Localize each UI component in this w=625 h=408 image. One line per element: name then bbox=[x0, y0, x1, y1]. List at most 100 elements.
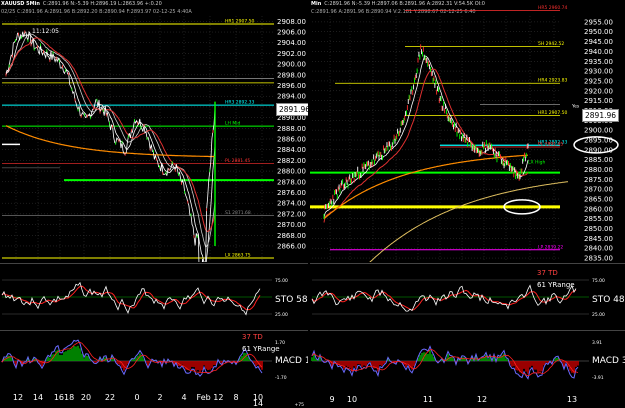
x-tick-label: 9 bbox=[329, 395, 334, 404]
y-tick-label: 2876.00 bbox=[277, 189, 306, 197]
y-tick-label: 2874.00 bbox=[277, 200, 306, 208]
y-tick-label: 2880.00 bbox=[584, 166, 613, 174]
y-tick-label: 2872.00 bbox=[277, 210, 306, 218]
y-tick-label: 2904.00 bbox=[277, 39, 306, 47]
y-tick-label: 2885.00 bbox=[584, 156, 613, 164]
cyan-level-label: HR3 2892.33 bbox=[225, 100, 255, 106]
right-sto-chart: 75.00 25.00 STO 48 37 TD 61 YRange bbox=[311, 269, 625, 318]
macd-label: MACD 12 bbox=[275, 356, 308, 366]
y-tick-label: 2850.00 bbox=[584, 225, 613, 233]
sto-tick-25: 25.00 bbox=[592, 312, 605, 318]
lp-level-label: LP 2839.22 bbox=[538, 244, 563, 250]
hr-level-2-label: HR4 2923.83 bbox=[538, 78, 568, 84]
sto-label: STO 58 bbox=[275, 295, 308, 305]
macd-tick-top: 3.91 bbox=[592, 340, 602, 346]
lx-high-label: LX High bbox=[528, 160, 546, 166]
macd-line bbox=[1, 339, 263, 377]
y-tick-label: 2835.00 bbox=[584, 255, 613, 262]
y-tick-label: 2875.00 bbox=[584, 176, 613, 184]
y-tick-label: 2884.00 bbox=[277, 146, 306, 154]
top-level-label: HR1 2907.50 bbox=[225, 19, 255, 25]
macd-tick-bottom: -1.70 bbox=[275, 375, 287, 381]
y-tick-label: 2886.00 bbox=[277, 136, 306, 144]
y-tick-label: 2882.00 bbox=[277, 157, 306, 165]
ma-orange bbox=[5, 125, 215, 158]
sto-label: STO 48 bbox=[592, 295, 625, 305]
x-tick-label: 10 bbox=[347, 395, 357, 404]
right-x-axis: 9 10 11 12 13 bbox=[329, 395, 577, 404]
macd-tick-bottom: -3.91 bbox=[592, 375, 604, 381]
right-macd-panel: 3.91 -3.91 MACD 3 bbox=[310, 330, 625, 391]
ma-mid bbox=[5, 33, 216, 248]
y-tick-label: 2950.00 bbox=[584, 28, 613, 36]
y-tick-label: 2940.00 bbox=[584, 48, 613, 56]
left-sto-chart: 75.00 25.00 STO 58 bbox=[1, 278, 308, 318]
hr5-level-label: HR5 2960.74 bbox=[538, 5, 568, 11]
right-price-panel: Min C:2891.96 N:-5.39 H:2897.06 B:2891.96… bbox=[310, 0, 625, 262]
y-tick-label: 2888.00 bbox=[277, 125, 306, 133]
y-tick-label: 2840.00 bbox=[584, 245, 613, 253]
macd-label: MACD 3 bbox=[592, 356, 625, 366]
hr-level-3-label: HR1 2907.50 bbox=[538, 110, 568, 116]
left-macd-panel: 1.70-1.70MACD 1237 TD61 YRange bbox=[0, 330, 308, 391]
yes-label: Yes bbox=[571, 104, 580, 110]
sto-tick-75: 75.00 bbox=[275, 278, 288, 284]
sto-tick-75: 75.00 bbox=[592, 278, 605, 284]
x-tick-label: 14 bbox=[253, 399, 263, 408]
hr-level-1-label: 5H 2942.52 bbox=[538, 41, 564, 47]
right-sto-panel: 75.00 25.00 STO 48 37 TD 61 YRange bbox=[310, 263, 625, 330]
sto-tick-25: 25.00 bbox=[275, 312, 288, 318]
y-tick-label: 2900.00 bbox=[277, 61, 306, 69]
x-tick-label: 0 bbox=[134, 393, 139, 402]
lx-level-label: LX 2863.75 bbox=[225, 252, 251, 258]
y-tick-label: 2860.00 bbox=[584, 205, 613, 213]
left-x-axis: 12 14 1618 20 22 0 2 4 Feb 12 8 10+7514 bbox=[13, 393, 304, 408]
y-tick-label: 2880.00 bbox=[277, 168, 306, 176]
y-tick-label: 2870.00 bbox=[584, 186, 613, 194]
yrange-annotation: 61 YRange bbox=[242, 345, 280, 353]
td-annotation: 37 TD bbox=[242, 333, 263, 341]
ma-fast bbox=[5, 34, 216, 262]
y-tick-label: 2906.00 bbox=[277, 29, 306, 37]
y-tick-label: 2865.00 bbox=[584, 196, 613, 204]
x-tick-label: 20 bbox=[81, 393, 91, 402]
y-tick-label: 2878.00 bbox=[277, 178, 306, 186]
x-tick-label: 8 bbox=[233, 393, 238, 402]
x-tick-label: 1618 bbox=[54, 393, 74, 402]
sto-fast-line bbox=[1, 281, 261, 316]
y-tick-label: 2866.00 bbox=[277, 242, 306, 250]
lh-level-label: LH Mid bbox=[225, 121, 240, 127]
x-tick-label: 22 bbox=[105, 393, 115, 402]
y-tick-label: 2930.00 bbox=[584, 68, 613, 76]
right-price-chart: 2955.00 2950.00 2945.00 2940.00 2935.00 2930.… bbox=[310, 5, 619, 262]
y-tick-label: 2920.00 bbox=[584, 87, 613, 95]
x-tick-label: 14 bbox=[33, 393, 43, 402]
price-line bbox=[5, 30, 216, 262]
y-tick-label: 2955.00 bbox=[584, 18, 613, 26]
ma-red bbox=[5, 37, 216, 233]
y-tick-label: 2894.00 bbox=[277, 93, 306, 101]
y-tick-label: 2845.00 bbox=[584, 235, 613, 243]
y-tick-label: 2900.00 bbox=[584, 127, 613, 135]
x-tick-label: 2 bbox=[157, 393, 162, 402]
sto-slow-line bbox=[311, 289, 577, 311]
y-tick-label: 2868.00 bbox=[277, 232, 306, 240]
x-tick-label: 12 bbox=[477, 395, 487, 404]
left-price-panel: XAUUSD 5Min C:2891.96 N:-5.39 H:2896.19 L… bbox=[0, 0, 308, 262]
y-tick-label: 2935.00 bbox=[584, 58, 613, 66]
left-current-price-label: 2891.96 bbox=[276, 103, 308, 116]
x-tick-label: 4 bbox=[181, 393, 186, 402]
right-current-price-label: 2891.96 bbox=[582, 109, 620, 122]
macd-signal-line bbox=[1, 341, 263, 374]
x-tick-label: 13 bbox=[567, 395, 577, 404]
left-macd-chart: 1.70-1.70MACD 1237 TD61 YRange bbox=[1, 333, 308, 381]
y-tick-label: 2925.00 bbox=[584, 77, 613, 85]
y-tick-label: 2855.00 bbox=[584, 215, 613, 223]
s1-level-label: S1 2871.68 bbox=[225, 210, 251, 216]
y-tick-label: 2945.00 bbox=[584, 38, 613, 46]
y-tick-label: 2896.00 bbox=[277, 82, 306, 90]
pl-level-label: PL 2881.45 bbox=[225, 158, 250, 164]
y-tick-label: 2898.00 bbox=[277, 71, 306, 79]
left-price-chart: 2908.00 2906.00 2904.00 2902.00 2900.00 2898.… bbox=[2, 16, 306, 262]
x-tick-label: 11 bbox=[423, 395, 433, 404]
